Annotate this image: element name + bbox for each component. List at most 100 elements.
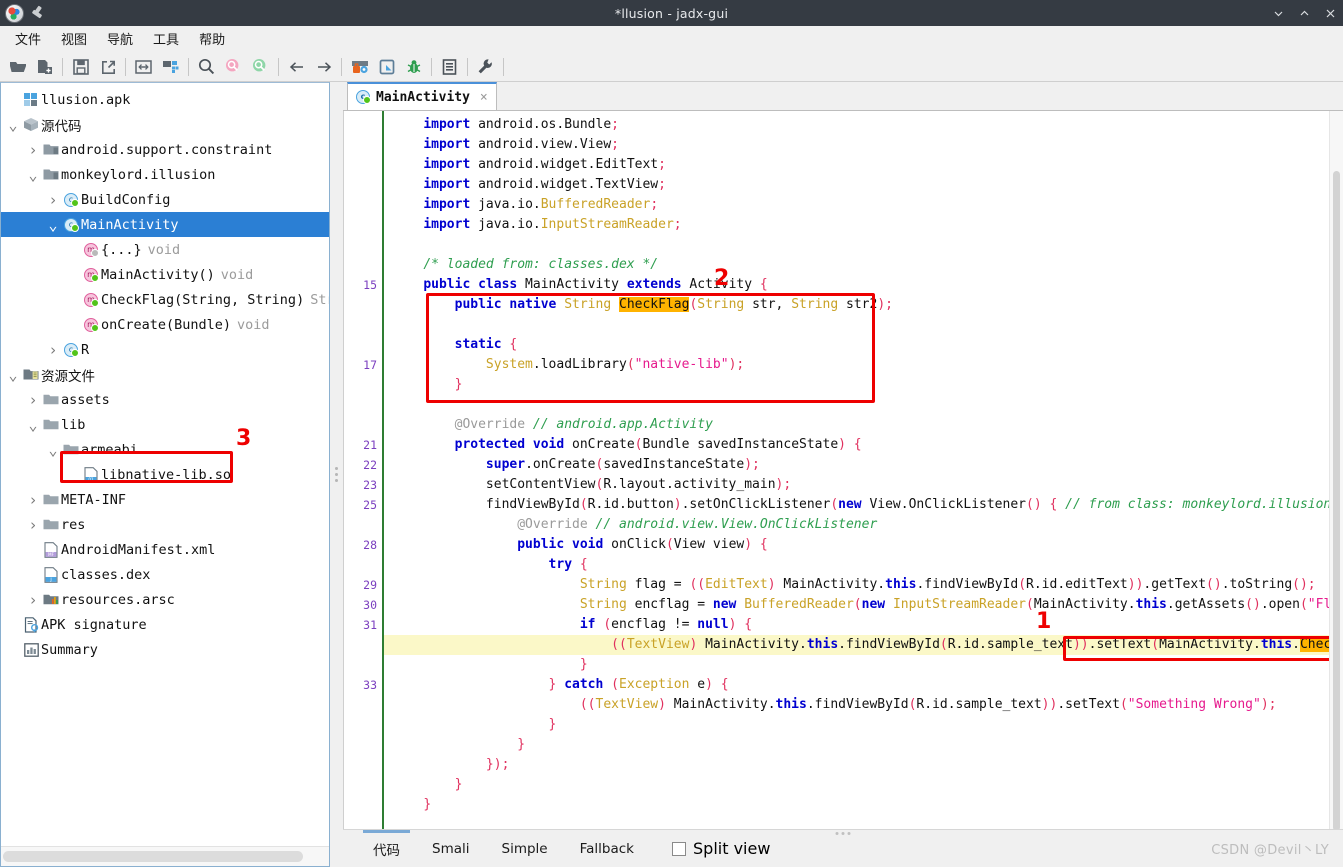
chevron-right-icon[interactable]: › xyxy=(45,341,61,359)
code-line[interactable]: import java.io.InputStreamReader; xyxy=(384,215,1343,235)
tree-row[interactable]: › res xyxy=(1,512,329,537)
search-pink-icon[interactable] xyxy=(221,55,246,79)
code-line[interactable]: } catch (Exception e) { xyxy=(384,675,1343,695)
code-line[interactable]: static { xyxy=(384,335,1343,355)
tab-code[interactable]: 代码 xyxy=(357,829,416,867)
code-line[interactable]: } xyxy=(384,715,1343,735)
code-line[interactable]: if (encflag != null) { xyxy=(384,615,1343,635)
menu-tools[interactable]: 工具 xyxy=(144,26,188,51)
pin-icon[interactable] xyxy=(30,5,46,21)
menu-navigation[interactable]: 导航 xyxy=(98,26,142,51)
tree-row[interactable]: ⌄ armeabi xyxy=(1,437,329,462)
chevron-right-icon[interactable]: › xyxy=(25,391,41,409)
code-line[interactable]: String encflag = new BufferedReader(new … xyxy=(384,595,1343,615)
tree-row[interactable]: › assets xyxy=(1,387,329,412)
code-line[interactable]: String flag = ((EditText) MainActivity.t… xyxy=(384,575,1343,595)
code-line[interactable]: ((TextView) MainActivity.this.findViewBy… xyxy=(384,695,1343,715)
chevron-down-icon[interactable]: ⌄ xyxy=(5,367,21,382)
code-line[interactable]: System.loadLibrary("native-lib"); xyxy=(384,355,1343,375)
tree-row[interactable]: ⌄ monkeylord.illusion xyxy=(1,162,329,187)
chevron-right-icon[interactable]: › xyxy=(25,491,41,509)
code-line[interactable]: }); xyxy=(384,755,1343,775)
tree-scroll-area[interactable]: llusion.apk ⌄ 源代码 › android.support.constrai… xyxy=(1,83,329,846)
code-line[interactable]: setContentView(R.layout.activity_main); xyxy=(384,475,1343,495)
code-line[interactable] xyxy=(384,395,1343,415)
tree-row[interactable]: llusion.apk xyxy=(1,87,329,112)
tree-row[interactable]: ⌄ c MainActivity xyxy=(1,212,329,237)
menu-file[interactable]: 文件 xyxy=(6,26,50,51)
code-line[interactable]: } xyxy=(384,775,1343,795)
code-line[interactable]: findViewById(R.id.button).setOnClickList… xyxy=(384,495,1343,515)
tree-row[interactable]: ⌄ 资源文件 xyxy=(1,362,329,387)
tab-close-icon[interactable]: × xyxy=(480,90,488,105)
chevron-right-icon[interactable]: › xyxy=(25,516,41,534)
code-line[interactable] xyxy=(384,315,1343,335)
chevron-right-icon[interactable]: › xyxy=(25,591,41,609)
chevron-right-icon[interactable]: › xyxy=(25,141,41,159)
code-line[interactable]: import android.widget.TextView; xyxy=(384,175,1343,195)
forward-arrow-icon[interactable] xyxy=(311,55,336,79)
expand-tree-icon[interactable] xyxy=(158,55,183,79)
code-line[interactable]: } xyxy=(384,655,1343,675)
code-line[interactable]: public native String CheckFlag(String st… xyxy=(384,295,1343,315)
tree-row[interactable]: 01 libnative-lib.so xyxy=(1,462,329,487)
tree-row[interactable]: › android.support.constraint xyxy=(1,137,329,162)
code-line[interactable]: } xyxy=(384,735,1343,755)
menu-view[interactable]: 视图 xyxy=(52,26,96,51)
search-icon[interactable] xyxy=(194,55,219,79)
code-line[interactable]: try { xyxy=(384,555,1343,575)
preferences-wrench-icon[interactable] xyxy=(473,55,498,79)
maximize-icon[interactable] xyxy=(1291,0,1317,26)
panel-splitter[interactable] xyxy=(330,82,343,867)
code-line[interactable]: protected void onCreate(Bundle savedInst… xyxy=(384,435,1343,455)
code-line[interactable]: } xyxy=(384,375,1343,395)
code-area[interactable]: import android.os.Bundle; import android… xyxy=(382,111,1343,829)
tree-row[interactable]: › c R xyxy=(1,337,329,362)
editor-vscroll-thumb[interactable] xyxy=(1333,171,1340,831)
back-arrow-icon[interactable] xyxy=(284,55,309,79)
chevron-right-icon[interactable]: › xyxy=(45,191,61,209)
tree-row[interactable]: Summary xyxy=(1,637,329,662)
export-icon[interactable] xyxy=(95,55,120,79)
code-line[interactable]: import android.view.View; xyxy=(384,135,1343,155)
tab-fallback[interactable]: Fallback xyxy=(564,830,650,867)
tree-row[interactable]: ⌄ lib xyxy=(1,412,329,437)
tree-row[interactable]: › META-INF xyxy=(1,487,329,512)
tree-row[interactable]: › resources.arsc xyxy=(1,587,329,612)
tree-row[interactable]: mCheckFlag(String, String) Str xyxy=(1,287,329,312)
open-folder-icon[interactable] xyxy=(5,55,30,79)
chevron-down-icon[interactable]: ⌄ xyxy=(25,417,41,432)
code-line[interactable]: super.onCreate(savedInstanceState); xyxy=(384,455,1343,475)
tab-simple[interactable]: Simple xyxy=(486,830,564,867)
code-line[interactable]: import java.io.BufferedReader; xyxy=(384,195,1343,215)
code-line[interactable]: @Override // android.app.Activity xyxy=(384,415,1343,435)
debug-bug-icon[interactable] xyxy=(401,55,426,79)
chevron-down-icon[interactable]: ⌄ xyxy=(45,217,61,232)
code-line[interactable]: import android.os.Bundle; xyxy=(384,115,1343,135)
collapse-all-icon[interactable] xyxy=(131,55,156,79)
code-line[interactable]: } xyxy=(384,795,1343,815)
chevron-down-icon[interactable]: ⌄ xyxy=(45,442,61,457)
close-icon[interactable] xyxy=(1317,0,1343,26)
tree-row[interactable]: ⌄ 源代码 xyxy=(1,112,329,137)
code-line[interactable]: public class MainActivity extends Activi… xyxy=(384,275,1343,295)
split-view-checkbox[interactable] xyxy=(672,841,686,856)
tree-row[interactable]: MF AndroidManifest.xml xyxy=(1,537,329,562)
split-view-control[interactable]: Split view xyxy=(672,839,770,858)
save-icon[interactable] xyxy=(68,55,93,79)
code-line[interactable]: @Override // android.view.View.OnClickLi… xyxy=(384,515,1343,535)
chevron-down-icon[interactable]: ⌄ xyxy=(25,167,41,182)
chevron-down-icon[interactable]: ⌄ xyxy=(5,117,21,132)
tree-row[interactable]: APK signature xyxy=(1,612,329,637)
editor-vertical-scrollbar[interactable] xyxy=(1329,111,1343,831)
deobfuscation-icon[interactable] xyxy=(347,55,372,79)
log-icon[interactable] xyxy=(437,55,462,79)
menu-help[interactable]: 帮助 xyxy=(190,26,234,51)
tree-hscroll-thumb[interactable] xyxy=(3,851,303,862)
tree-row[interactable]: Jclasses.dex xyxy=(1,562,329,587)
tree-row[interactable]: m {...} void xyxy=(1,237,329,262)
code-line[interactable]: import android.widget.EditText; xyxy=(384,155,1343,175)
tree-row[interactable]: m onCreate(Bundle) void xyxy=(1,312,329,337)
code-line[interactable]: /* loaded from: classes.dex */ xyxy=(384,255,1343,275)
search-green-icon[interactable] xyxy=(248,55,273,79)
